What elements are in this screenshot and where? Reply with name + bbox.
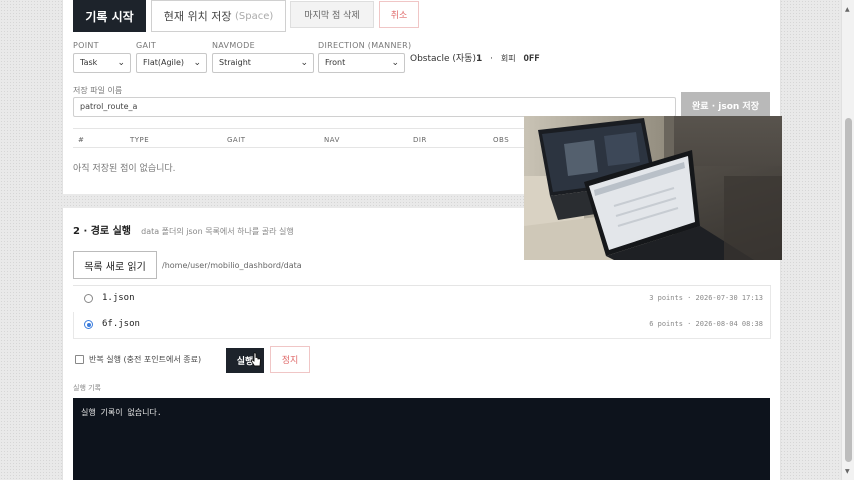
col-header-nav: NAV xyxy=(324,136,340,144)
navmode-field-label: NAVMODE xyxy=(212,41,255,50)
navmode-select-value: Straight xyxy=(219,58,251,67)
empty-points-message: 아직 저장된 점이 없습니다. xyxy=(73,164,176,174)
filename-input-value: patrol_route_a xyxy=(80,102,138,111)
point-field-label: POINT xyxy=(73,41,99,50)
direction-field-label: DIRECTION (MANNER) xyxy=(318,41,412,50)
point-select-value: Task xyxy=(80,58,98,67)
stop-button[interactable]: 정지 xyxy=(270,346,310,373)
gait-select-value: Flat(Agile) xyxy=(143,58,185,67)
file-name: 6f.json xyxy=(102,319,140,329)
reload-list-label: 목록 새로 읽기 xyxy=(84,261,146,273)
direction-select-value: Front xyxy=(325,58,346,67)
stop-label: 정지 xyxy=(281,356,299,366)
runner-subtitle: data 폴더의 json 목록에서 하나를 골라 실행 xyxy=(141,227,294,236)
hand-cursor-icon xyxy=(250,352,261,367)
obstacle-count: 1 xyxy=(475,54,483,64)
file-name: 1.json xyxy=(102,293,135,303)
record-start-label: 기록 시작 xyxy=(85,9,134,24)
chevron-down-icon: ⌄ xyxy=(300,58,308,68)
reload-list-button[interactable]: 목록 새로 읽기 xyxy=(73,251,157,279)
save-json-button[interactable]: 완료 · json 저장 xyxy=(681,92,770,118)
obstacle-separator: · xyxy=(490,54,493,64)
save-position-label: 현재 위치 저장 xyxy=(163,10,232,23)
file-radio-selected[interactable] xyxy=(84,320,93,329)
obstacle-avoid-state: OFF xyxy=(523,54,540,64)
obstacle-avoid-label: 회피 xyxy=(500,54,516,63)
col-header-obs: OBS xyxy=(493,136,510,144)
filename-label: 저장 파일 이름 xyxy=(73,86,123,95)
chevron-down-icon: ⌄ xyxy=(193,58,201,68)
file-row-selected[interactable]: 6f.json 6 points · 2026-08-04 08:38 xyxy=(73,312,771,339)
repeat-checkbox[interactable] xyxy=(75,355,84,364)
direction-select[interactable]: Front ⌄ xyxy=(318,53,405,73)
runner-header: 2 · 경로 실행 data 폴더의 json 목록에서 하나를 골라 실행 xyxy=(73,219,294,238)
laptop-photo-overlay xyxy=(524,116,782,260)
page-scrollbar[interactable]: ▲ ▼ xyxy=(841,0,854,480)
scroll-down-icon[interactable]: ▼ xyxy=(845,468,850,475)
chevron-down-icon: ⌄ xyxy=(391,58,399,68)
save-json-label: 완료 · json 저장 xyxy=(692,101,759,112)
navmode-select[interactable]: Straight ⌄ xyxy=(212,53,314,73)
delete-last-point-button[interactable]: 마지막 점 삭제 xyxy=(290,1,374,28)
runner-title: 2 · 경로 실행 xyxy=(73,226,132,237)
log-label: 실행 기록 xyxy=(73,384,101,392)
save-position-hint: (Space) xyxy=(234,10,274,22)
log-text: 실행 기록이 없습니다. xyxy=(81,408,162,417)
record-start-button[interactable]: 기록 시작 xyxy=(73,0,146,32)
file-row[interactable]: 1.json 3 points · 2026-07-30 17:13 xyxy=(73,286,771,313)
file-radio[interactable] xyxy=(84,294,93,303)
col-header-gait: GAIT xyxy=(227,136,246,144)
file-list-right-border xyxy=(770,286,771,339)
cancel-label: 취소 xyxy=(390,11,408,21)
gait-select[interactable]: Flat(Agile) ⌄ xyxy=(136,53,207,73)
repeat-label: 반복 실행 (충전 포인트에서 종료) xyxy=(89,355,202,364)
scroll-up-icon[interactable]: ▲ xyxy=(845,6,850,13)
cancel-button[interactable]: 취소 xyxy=(379,1,419,28)
save-position-button[interactable]: 현재 위치 저장 (Space) xyxy=(151,0,286,32)
laptop-photo-image xyxy=(524,116,782,260)
col-header-index: # xyxy=(78,136,85,144)
obstacle-label: Obstacle (자동) xyxy=(410,54,476,64)
delete-last-label: 마지막 점 삭제 xyxy=(304,11,360,21)
file-meta: 6 points · 2026-08-04 08:38 xyxy=(649,320,763,328)
gait-field-label: GAIT xyxy=(136,41,157,50)
data-path: /home/user/mobilio_dashbord/data xyxy=(162,261,302,270)
point-select[interactable]: Task ⌄ xyxy=(73,53,131,73)
chevron-down-icon: ⌄ xyxy=(117,58,125,68)
col-header-dir: DIR xyxy=(413,136,427,144)
file-list-left-border xyxy=(73,312,74,339)
filename-input[interactable]: patrol_route_a xyxy=(73,97,676,117)
log-console: 실행 기록이 없습니다. xyxy=(73,398,770,480)
file-meta: 3 points · 2026-07-30 17:13 xyxy=(649,294,763,302)
scrollbar-thumb[interactable] xyxy=(845,118,852,462)
obstacle-status: Obstacle (자동)1 · 회피 OFF xyxy=(410,51,540,64)
col-header-type: TYPE xyxy=(130,136,150,144)
